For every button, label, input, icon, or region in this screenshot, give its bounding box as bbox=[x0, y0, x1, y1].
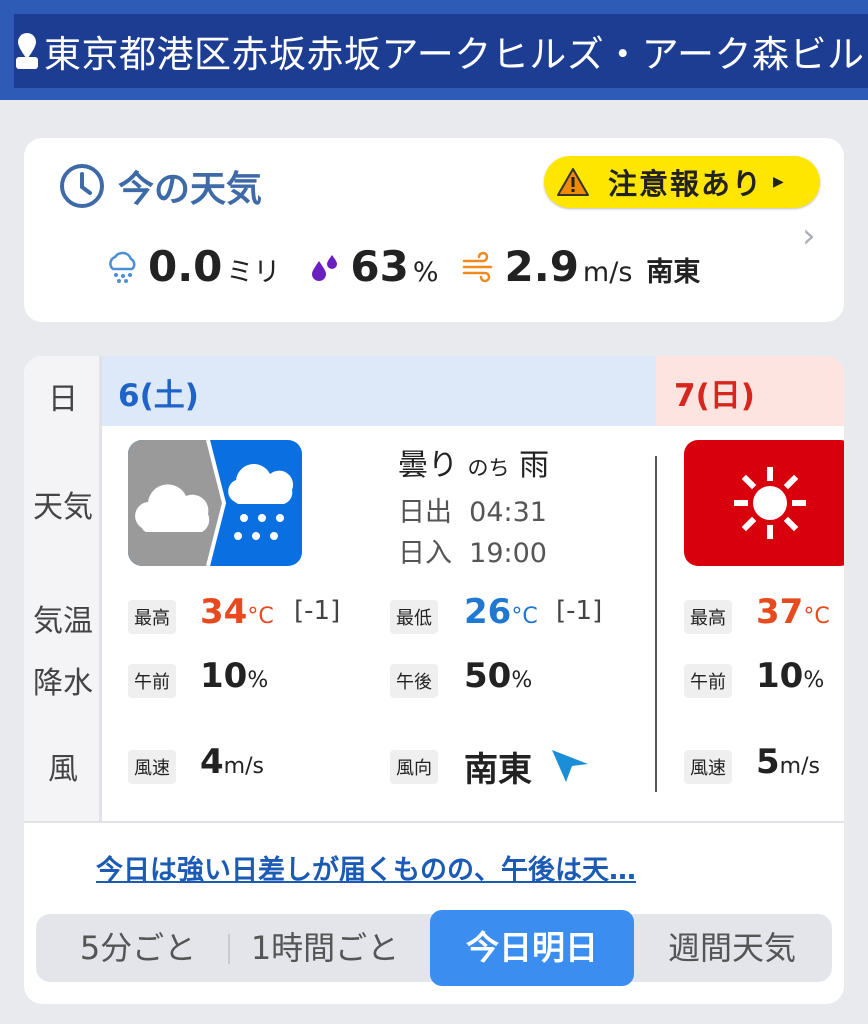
precip-value: 0.0 bbox=[148, 242, 223, 291]
section-divider bbox=[24, 821, 844, 823]
current-metrics: 0.0 ミリ 63 % 2.9 m/s 南東 bbox=[104, 242, 700, 291]
location-bar[interactable]: 東京都港区赤坂赤坂アークヒルズ・アーク森ビル bbox=[14, 14, 868, 88]
today-low: 26°C bbox=[464, 592, 538, 632]
alert-label: 注意報あり bbox=[608, 167, 764, 201]
forecast-tabs: 5分ごと 1時間ごと 今日明日 週間天気 bbox=[36, 910, 832, 986]
day-divider bbox=[655, 456, 657, 792]
today-high-value: 34 bbox=[200, 592, 248, 632]
today-weather-text: 曇り のち 雨 日出 04:31 日入 19:00 bbox=[398, 440, 549, 570]
tab-weekly[interactable]: 週間天気 bbox=[652, 914, 812, 982]
current-weather-title: 今の天気 bbox=[118, 169, 263, 210]
tomorrow-header: 7(日) bbox=[656, 356, 844, 426]
tab-separator bbox=[228, 934, 230, 964]
tomorrow-am-unit: % bbox=[803, 668, 825, 693]
sunset-row: 日入 19:00 bbox=[398, 531, 549, 570]
tomorrow-am-precip: 10% bbox=[756, 656, 824, 696]
high-tag: 最高 bbox=[128, 600, 176, 634]
caret-right-icon: ▶ bbox=[773, 174, 784, 190]
current-weather-heading: 今の天気 bbox=[58, 160, 262, 212]
today-wind-direction: 南東 bbox=[464, 750, 532, 790]
tomorrow-wind-speed: 5m/s bbox=[756, 742, 820, 782]
tomorrow-am-tag: 午前 bbox=[684, 664, 732, 698]
wind-speed-tag: 風速 bbox=[128, 750, 176, 784]
wind-dir-tag: 風向 bbox=[390, 750, 438, 784]
weather-after: 雨 bbox=[519, 448, 550, 483]
tab-hourly[interactable]: 1時間ごと bbox=[234, 914, 416, 982]
sunset-label: 日入 bbox=[398, 538, 452, 569]
today-am-precip: 10% bbox=[200, 656, 268, 696]
wind-direction: 南東 bbox=[646, 257, 701, 288]
humidity-unit: % bbox=[412, 257, 439, 288]
row-label-precip: 降水 bbox=[33, 666, 93, 701]
weather-description: 曇り のち 雨 bbox=[398, 440, 549, 484]
chevron-right-icon[interactable]: › bbox=[802, 216, 816, 256]
today-wind-speed-unit: m/s bbox=[223, 754, 264, 779]
tab-5min[interactable]: 5分ごと bbox=[58, 914, 218, 982]
weather-then: のち bbox=[467, 456, 510, 480]
sunny-icon bbox=[684, 440, 844, 566]
humidity-drops-icon bbox=[312, 254, 338, 281]
wind-direction-arrow-icon bbox=[552, 750, 588, 782]
today-high-delta: [-1] bbox=[294, 596, 341, 626]
today-pm-precip: 50% bbox=[464, 656, 532, 696]
low-tag: 最低 bbox=[390, 600, 438, 634]
precip-unit: ミリ bbox=[226, 257, 281, 288]
rain-cloud-icon bbox=[109, 251, 136, 283]
wind-unit: m/s bbox=[582, 257, 633, 288]
sunrise-row: 日出 04:31 bbox=[398, 490, 549, 529]
row-label-day: 日 bbox=[48, 382, 78, 417]
tomorrow-am-value: 10 bbox=[756, 656, 804, 696]
alert-badge[interactable]: 注意報あり ▶ bbox=[544, 156, 820, 208]
sunrise-time: 04:31 bbox=[469, 497, 547, 528]
today-low-delta: [-1] bbox=[556, 596, 603, 626]
tomorrow-wind-speed-unit: m/s bbox=[779, 754, 820, 779]
today-header: 6(土) bbox=[102, 356, 656, 426]
am-tag: 午前 bbox=[128, 664, 176, 698]
forecast-comment-link[interactable]: 今日は強い日差しが届くものの、午後は天… bbox=[96, 848, 636, 887]
warning-icon bbox=[557, 168, 589, 196]
row-labels-column: 日 天気 気温 降水 風 bbox=[24, 356, 102, 822]
today-pm-unit: % bbox=[511, 668, 533, 693]
tomorrow-high-value: 37 bbox=[756, 592, 804, 632]
row-label-wind: 風 bbox=[48, 752, 78, 787]
forecast-card: 日 天気 気温 降水 風 6(土) 7(日) 曇り のち 雨 日出 04:31 … bbox=[24, 356, 844, 1004]
humidity-value: 63 bbox=[350, 242, 409, 291]
wind-icon bbox=[462, 251, 492, 282]
today-low-value: 26 bbox=[464, 592, 512, 632]
tomorrow-label: 7(日) bbox=[674, 378, 755, 414]
today-am-unit: % bbox=[247, 668, 269, 693]
location-pin-icon bbox=[16, 33, 38, 69]
clock-icon bbox=[60, 164, 104, 208]
location-address: 東京都港区赤坂赤坂アークヒルズ・アーク森ビル bbox=[44, 33, 865, 76]
sunrise-label: 日出 bbox=[398, 497, 452, 528]
today-am-value: 10 bbox=[200, 656, 248, 696]
today-high: 34°C bbox=[200, 592, 274, 632]
sunset-time: 19:00 bbox=[469, 538, 547, 569]
current-weather-card[interactable]: 今の天気 注意報あり ▶ › 0.0 ミリ 63 % 2.9 m/s 南東 bbox=[24, 138, 844, 322]
today-label: 6(土) bbox=[118, 378, 199, 414]
tomorrow-wind-speed-value: 5 bbox=[756, 742, 780, 782]
today-wind-speed: 4m/s bbox=[200, 742, 264, 782]
cloudy-then-rain-icon bbox=[128, 440, 302, 566]
tomorrow-high-unit: °C bbox=[803, 604, 830, 629]
tab-today-tomorrow[interactable]: 今日明日 bbox=[430, 910, 634, 986]
wind-value: 2.9 bbox=[504, 242, 579, 291]
pm-tag: 午後 bbox=[390, 664, 438, 698]
location-header: 東京都港区赤坂赤坂アークヒルズ・アーク森ビル bbox=[0, 0, 868, 100]
tomorrow-wind-speed-tag: 風速 bbox=[684, 750, 732, 784]
tomorrow-high: 37°C bbox=[756, 592, 830, 632]
row-label-temp: 気温 bbox=[33, 604, 93, 639]
today-wind-speed-value: 4 bbox=[200, 742, 224, 782]
today-high-unit: °C bbox=[247, 604, 274, 629]
tomorrow-high-tag: 最高 bbox=[684, 600, 732, 634]
today-pm-value: 50 bbox=[464, 656, 512, 696]
today-low-unit: °C bbox=[511, 604, 538, 629]
row-label-weather: 天気 bbox=[33, 490, 93, 525]
weather-main: 曇り bbox=[398, 448, 458, 483]
